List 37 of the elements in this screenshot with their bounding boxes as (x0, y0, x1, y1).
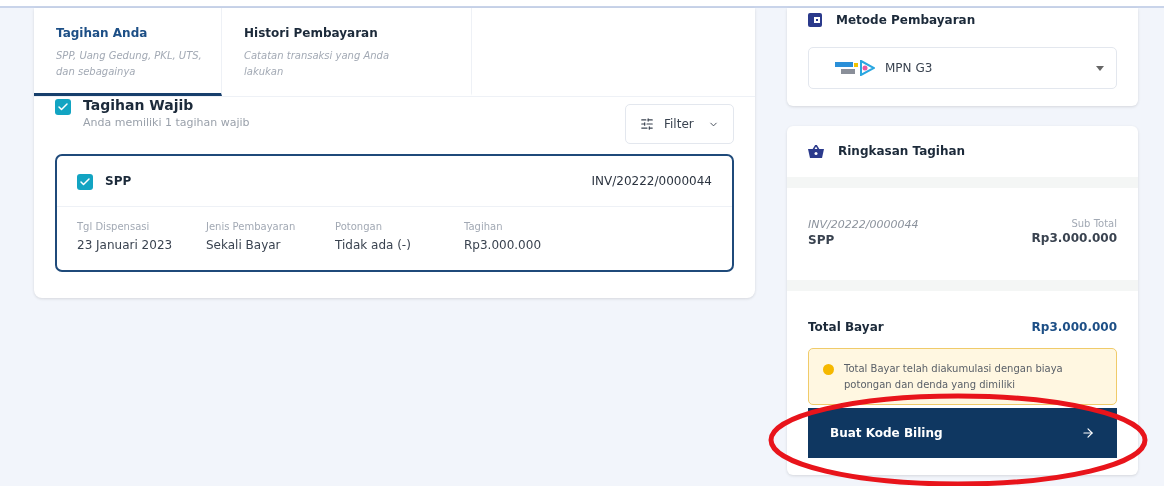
wallet-icon (808, 13, 822, 27)
item-name: SPP (808, 233, 836, 247)
field-value: 23 Januari 2023 (77, 238, 174, 252)
field-value: Sekali Bayar (206, 238, 282, 252)
dropdown-icon (1096, 65, 1104, 71)
select-value: MPN G3 (885, 61, 934, 75)
field-value: Rp3.000.000 (464, 238, 543, 252)
card-title: Metode Pembayaran (836, 13, 976, 27)
check-icon (57, 101, 69, 113)
section-title: Tagihan Wajib (83, 97, 195, 113)
field-label: Jenis Pembayaran (206, 221, 297, 232)
filter-button[interactable]: Filter (625, 104, 734, 144)
subtotal-value: Rp3.000.000 (1031, 231, 1117, 245)
invoice-number: INV/20222/0000044 (808, 218, 919, 231)
subtotal-label: Sub Total (1070, 218, 1117, 229)
check-icon (79, 176, 91, 188)
tab[interactable]: Tagihan Anda SPP, Uang Gedung, PKL, UTS, dan sebagainya (34, 8, 222, 96)
logo-icon (835, 60, 875, 76)
tab[interactable]: Histori Pembayaran Catatan transaksi yang Anda lakukan (222, 8, 472, 96)
bill-name: SPP (105, 174, 133, 188)
info-icon (823, 364, 834, 375)
checkbox[interactable] (77, 174, 93, 190)
checkbox[interactable] (55, 99, 71, 115)
field-label: Potongan (335, 221, 383, 232)
field-label: Tagihan (464, 221, 504, 232)
total-value: Rp3.000.000 (1031, 320, 1117, 334)
notice-text: Total Bayar telah diakumulasi dengan biaya potongan dan denda yang dimiliki (844, 362, 1064, 392)
filter-icon (640, 117, 654, 131)
field-value: Tidak ada (-) (335, 238, 412, 252)
payment-select[interactable]: MPN G3 (808, 47, 1117, 89)
card-title: Ringkasan Tagihan (838, 144, 966, 158)
invoice-number: INV/20222/0000044 (591, 174, 712, 188)
create-billing-code-button[interactable]: Buat Kode Biling (808, 408, 1117, 458)
section-subtitle: Anda memiliki 1 tagihan wajib (83, 116, 250, 129)
total-label: Total Bayar (808, 320, 884, 334)
basket-icon (808, 144, 824, 158)
field-label: Tgl Dispensasi (77, 221, 151, 232)
